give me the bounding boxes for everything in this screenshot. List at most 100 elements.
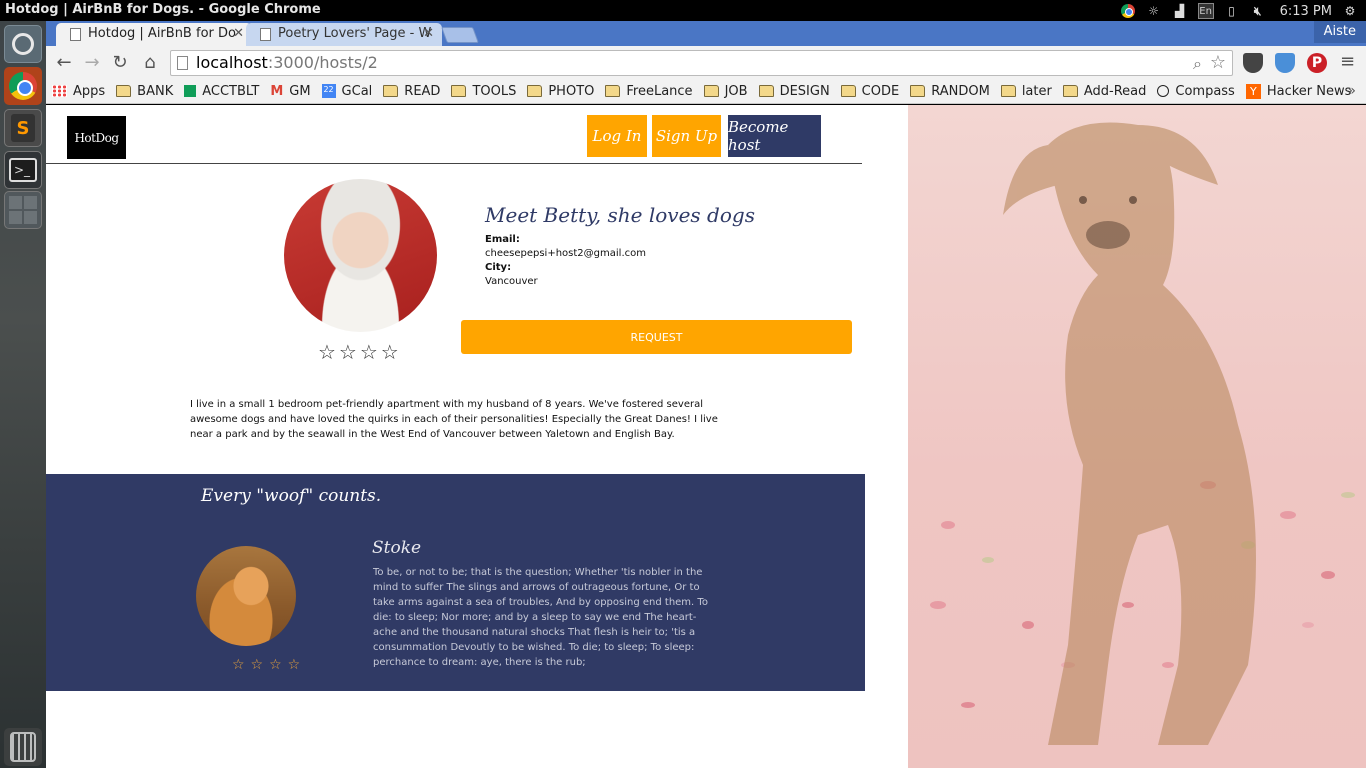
gmail-icon: M [270, 83, 284, 99]
bookmark-tools[interactable]: TOOLS [451, 84, 516, 99]
trash-icon[interactable] [4, 728, 42, 766]
new-tab-button[interactable] [441, 27, 479, 43]
browser-toolbar: ← → ↻ ⌂ localhost:3000/hosts/2 ⌕ ☆ P ≡ [46, 46, 1366, 79]
folder-icon [605, 85, 621, 97]
folder-icon [383, 85, 399, 97]
host-avatar [284, 179, 437, 332]
review-text: To be, or not to be; that is the questio… [373, 567, 708, 668]
close-icon[interactable]: ✕ [233, 23, 244, 45]
bookmark-read[interactable]: READ [383, 84, 440, 99]
close-icon[interactable]: ✕ [423, 23, 434, 45]
sublime-text-icon[interactable]: S [4, 109, 42, 147]
page-icon [177, 56, 188, 70]
menu-icon[interactable]: ≡ [1340, 51, 1355, 72]
bookmark-bank[interactable]: BANK [116, 84, 173, 99]
keyboard-layout-indicator[interactable]: En [1197, 3, 1214, 19]
chrome-tray-icon[interactable] [1120, 3, 1136, 19]
bookmark-star-icon[interactable]: ☆ [1210, 52, 1226, 73]
signup-button[interactable]: Sign Up [652, 115, 721, 157]
bookmark-compass[interactable]: Compass [1157, 84, 1235, 99]
review-dog-avatar [196, 546, 296, 646]
dash-home-icon[interactable] [4, 25, 42, 63]
profile-button[interactable]: Aiste [1313, 21, 1366, 43]
tab-poetry[interactable]: Poetry Lovers' Page - W ✕ [246, 23, 442, 46]
bookmark-job[interactable]: JOB [703, 84, 748, 99]
system-tray: ☼ ▟ En ▯ 🔇︎ 6:13 PM ⚙ [1120, 1, 1358, 21]
folder-icon [451, 85, 467, 97]
battery-icon[interactable]: ▯ [1224, 3, 1240, 19]
bookmark-code[interactable]: CODE [840, 84, 899, 99]
tab-hotdog[interactable]: Hotdog | AirBnB for Do ✕ [56, 23, 252, 46]
page-icon [70, 28, 81, 41]
shield-extension-icon[interactable] [1275, 53, 1295, 73]
bookmark-acctblt[interactable]: ACCTBLT [184, 84, 259, 99]
become-host-button[interactable]: Become host [728, 115, 821, 157]
tab-title: Hotdog | AirBnB for Do [88, 26, 236, 41]
reload-icon[interactable]: ↻ [108, 51, 132, 75]
city-label: City: [485, 262, 512, 273]
search-icon[interactable]: ⌕ [1193, 54, 1202, 74]
login-button[interactable]: Log In [587, 115, 647, 157]
city-value: Vancouver [485, 276, 538, 287]
tab-title: Poetry Lovers' Page - W [278, 26, 432, 41]
folder-icon [910, 85, 926, 97]
page-icon [260, 28, 271, 41]
bookmark-add-read[interactable]: Add-Read [1062, 84, 1146, 99]
bookmark-later[interactable]: later [1000, 84, 1052, 99]
compass-icon [1157, 85, 1170, 97]
reviews-section: Every "woof" counts. ☆☆☆☆ Stoke To be, o… [46, 474, 865, 691]
folder-icon [1062, 85, 1078, 97]
launcher: S >_ [0, 21, 46, 768]
bookmark-hacker-news[interactable]: Y Hacker News [1245, 83, 1351, 99]
folder-icon [758, 85, 774, 97]
sheets-icon [184, 85, 197, 97]
pinterest-extension-icon[interactable]: P [1307, 53, 1327, 73]
email-label: Email: [485, 234, 520, 245]
apps-icon [52, 85, 67, 97]
review-rating-stars: ☆☆☆☆ [232, 657, 307, 673]
chrome-launcher-icon[interactable] [4, 67, 42, 105]
tab-strip: Hotdog | AirBnB for Do ✕ Poetry Lovers' … [46, 21, 1366, 46]
host-bio: I live in a small 1 bedroom pet-friendly… [190, 399, 718, 440]
more-bookmarks-chevron-icon[interactable]: » [1347, 83, 1356, 99]
header-divider [46, 163, 862, 164]
review-author: Stoke [372, 538, 422, 558]
terminal-icon[interactable]: >_ [4, 151, 42, 189]
session-gear-icon[interactable]: ⚙ [1342, 3, 1358, 19]
folder-icon [1000, 85, 1016, 97]
volume-muted-icon[interactable]: 🔇︎ [1250, 3, 1266, 19]
forward-arrow-icon[interactable]: → [80, 51, 104, 75]
os-top-bar: Hotdog | AirBnB for Dogs. - Google Chrom… [0, 0, 1366, 21]
site-logo[interactable]: HotDog [67, 116, 126, 159]
bookmark-design[interactable]: DESIGN [758, 84, 830, 99]
hacker-news-icon: Y [1245, 83, 1261, 99]
bookmark-photo[interactable]: PHOTO [527, 84, 594, 99]
host-rating-stars[interactable]: ☆☆☆☆ [318, 340, 402, 364]
window-title: Hotdog | AirBnB for Dogs. - Google Chrom… [5, 2, 321, 17]
bookmark-gm[interactable]: M GM [270, 84, 310, 99]
folder-icon [840, 85, 856, 97]
bookmark-random[interactable]: RANDOM [910, 84, 990, 99]
great-dane-photo [908, 105, 1366, 768]
bookmarks-bar: Apps BANK ACCTBLT M GM 22 GCal READ TOOLS … [46, 79, 1366, 104]
request-button[interactable]: REQUEST [461, 320, 852, 354]
bookmark-gcal[interactable]: 22 GCal [321, 84, 372, 99]
folder-icon [703, 85, 719, 97]
back-arrow-icon[interactable]: ← [52, 51, 76, 75]
reviews-title: Every "woof" counts. [201, 486, 382, 506]
email-value: cheesepepsi+host2@gmail.com [485, 248, 646, 259]
bookmark-apps[interactable]: Apps [52, 84, 105, 99]
address-bar[interactable]: localhost:3000/hosts/2 ⌕ ☆ [170, 50, 1233, 76]
clock[interactable]: 6:13 PM [1280, 4, 1332, 19]
bookmark-freelance[interactable]: FreeLance [605, 84, 693, 99]
network-icon[interactable]: ▟ [1172, 3, 1188, 19]
page-viewport: HotDog Log In Sign Up Become host ☆☆☆☆ M… [46, 105, 1366, 768]
calendar-icon: 22 [321, 84, 336, 98]
pocket-extension-icon[interactable] [1243, 53, 1263, 73]
weather-tray-icon[interactable]: ☼ [1146, 3, 1162, 19]
folder-icon [527, 85, 543, 97]
url-text[interactable]: localhost:3000/hosts/2 [196, 53, 378, 72]
home-icon[interactable]: ⌂ [138, 51, 162, 75]
workspace-switcher-icon[interactable] [4, 191, 42, 229]
folder-icon [116, 85, 132, 97]
